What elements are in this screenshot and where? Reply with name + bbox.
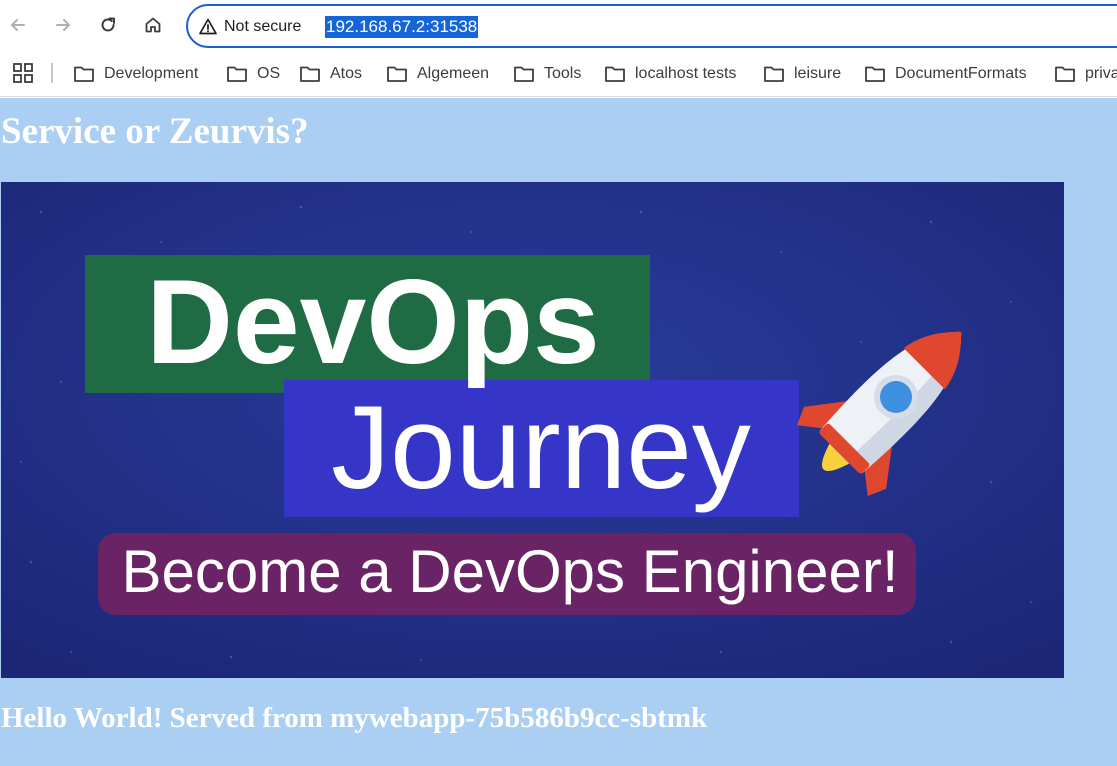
folder-icon	[764, 66, 784, 82]
web-page: Service or Zeurvis? DevOps Journey Becom…	[0, 98, 1117, 766]
reload-icon	[101, 17, 115, 32]
folder-icon	[227, 66, 247, 82]
apps-grid-icon[interactable]	[12, 62, 34, 84]
folder-icon	[1055, 66, 1075, 82]
banner-line3: Become a DevOps Engineer!	[121, 538, 898, 605]
warning-triangle-icon[interactable]	[198, 17, 218, 37]
served-from-message: Hello World! Served from mywebapp-75b586…	[1, 702, 708, 734]
browser-toolbar: Not secure 192.168.67.2:31538	[0, 0, 1117, 52]
bookmark-folder-atos[interactable]: Atos	[299, 60, 362, 88]
bookmark-folder-documentformats[interactable]: DocumentFormats	[864, 60, 1027, 88]
bookmark-label: Development	[104, 65, 199, 82]
folder-icon	[300, 66, 320, 82]
folder-icon	[74, 66, 94, 82]
address-bar[interactable]: Not secure 192.168.67.2:31538	[186, 4, 1117, 48]
reload-button[interactable]	[92, 9, 124, 41]
bookmark-folder-priva[interactable]: priva	[1054, 60, 1117, 88]
bookmark-label: OS	[257, 65, 281, 82]
bookmarks-separator	[51, 63, 53, 83]
bookmark-folder-os[interactable]: OS	[226, 60, 280, 88]
page-title: Service or Zeurvis?	[1, 111, 309, 152]
security-status-label[interactable]: Not secure	[224, 18, 301, 36]
folder-icon	[514, 66, 534, 82]
url-text[interactable]: 192.168.67.2:31538	[325, 16, 479, 38]
bookmark-folder-algemeen[interactable]: Algemeen	[386, 60, 489, 88]
bookmark-label: localhost tests	[635, 65, 737, 82]
bookmark-label: leisure	[794, 65, 842, 82]
banner-line2: Journey	[331, 382, 751, 514]
home-icon	[145, 17, 161, 33]
bookmark-folder-development[interactable]: Development	[73, 60, 198, 88]
bookmark-label: DocumentFormats	[895, 65, 1027, 82]
forward-button[interactable]	[47, 9, 79, 41]
bookmark-label: Algemeen	[417, 65, 490, 82]
bookmark-folder-tools[interactable]: Tools	[513, 60, 581, 88]
bookmark-label: Tools	[544, 65, 582, 82]
bookmark-label: priva	[1085, 65, 1117, 82]
bookmarks-bar: Development OS Atos Algemeen Tools local…	[0, 52, 1117, 97]
devops-journey-banner: DevOps Journey Become a DevOps Engineer!	[1, 182, 1064, 678]
bookmark-folder-leisure[interactable]: leisure	[763, 60, 841, 88]
folder-icon	[605, 66, 625, 82]
bookmark-label: Atos	[330, 65, 363, 82]
arrow-right-icon	[56, 19, 70, 31]
banner-line1: DevOps	[146, 255, 600, 389]
folder-icon	[865, 66, 885, 82]
arrow-left-icon	[11, 19, 25, 31]
home-button[interactable]	[137, 9, 169, 41]
bookmark-folder-localhost-tests[interactable]: localhost tests	[604, 60, 736, 88]
back-button[interactable]	[2, 9, 34, 41]
folder-icon	[387, 66, 407, 82]
